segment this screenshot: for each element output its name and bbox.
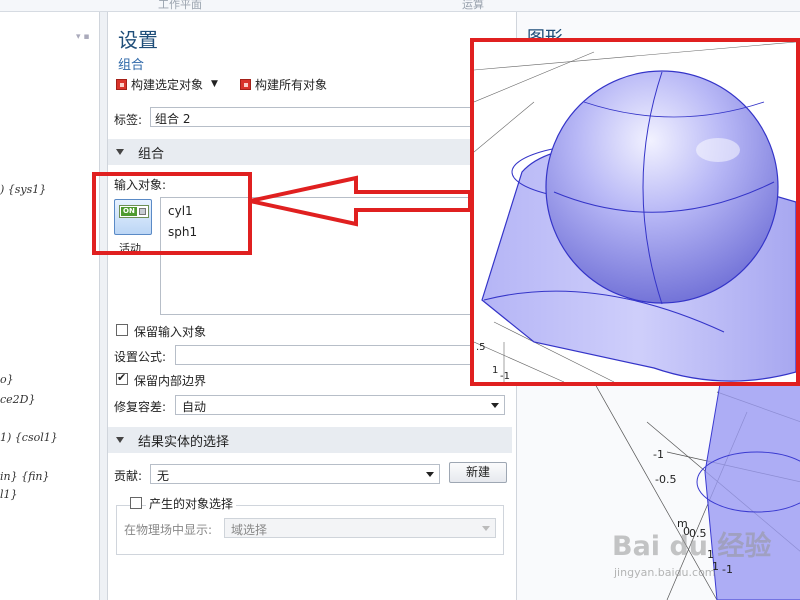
show-in-physics-caption: 在物理场中显示: <box>124 523 213 537</box>
dropdown-arrow-icon <box>426 472 434 477</box>
tree-item[interactable]: ce2D} <box>0 393 36 406</box>
axis-tick-label: -1 <box>722 563 733 576</box>
label-field[interactable]: 组合 2 <box>150 107 512 127</box>
repair-tolerance-select[interactable]: 自动 <box>175 395 505 415</box>
formula-field[interactable] <box>175 345 512 365</box>
keep-input-label: 保留输入对象 <box>134 325 207 339</box>
keep-interior-label: 保留内部边界 <box>134 374 207 388</box>
axis-tick-label: -1 <box>500 371 510 382</box>
resulting-selection-label: 产生的对象选择 <box>146 495 237 512</box>
show-in-physics-value: 域选择 <box>231 523 268 537</box>
settings-title: 设置 <box>118 28 158 52</box>
ribbon-workplane-label[interactable]: 工作平面 <box>158 0 202 11</box>
highlight-box <box>92 172 252 255</box>
tree-item[interactable]: 1) {csol1} <box>0 431 58 444</box>
tree-item[interactable]: l1} <box>0 488 18 501</box>
repair-tolerance-value: 自动 <box>182 400 207 414</box>
collapse-triangle-icon <box>116 437 124 443</box>
dropdown-arrow-icon <box>491 403 499 408</box>
build-selected-button[interactable]: 构建选定对象 <box>131 76 203 93</box>
keep-interior-checkbox[interactable] <box>116 371 128 385</box>
tree-item[interactable]: o} <box>0 373 14 386</box>
section-combine-label: 组合 <box>138 146 165 162</box>
settings-subtitle: 组合 <box>118 58 145 73</box>
label-caption: 标签: <box>114 113 143 127</box>
annotation-arrow-icon <box>249 175 472 227</box>
ribbon-operations-label[interactable]: 运算 <box>462 0 484 11</box>
settings-panel: 设置 组合 构建选定对象 ▼ 构建所有对象 标签: 组合 2 组合 输入对象: … <box>108 12 512 600</box>
axis-tick-label: -1 <box>653 448 664 461</box>
collapse-triangle-icon <box>116 149 124 155</box>
section-result-selection[interactable]: 结果实体的选择 <box>108 427 512 453</box>
build-all-button[interactable]: 构建所有对象 <box>255 76 327 93</box>
section-combine[interactable]: 组合 <box>108 139 512 165</box>
settings-toolbar: 构建选定对象 ▼ 构建所有对象 <box>116 75 327 93</box>
axis-tick-label: .5 <box>476 342 486 353</box>
contribute-caption: 贡献: <box>114 469 143 483</box>
tree-item[interactable]: in} {fin} <box>0 470 50 483</box>
axis-tick-label: -0.5 <box>655 473 677 486</box>
show-in-physics-select[interactable]: 域选择 <box>224 518 496 538</box>
watermark-url: jingyan.baidu.com <box>614 566 716 579</box>
zoom-canvas <box>474 42 796 382</box>
keep-input-checkbox[interactable] <box>116 324 128 336</box>
tree-item[interactable]: ) {sys1} <box>0 183 46 196</box>
watermark-logo: Bai du 经验 <box>612 531 772 562</box>
zoom-inset: .5 1 -1 <box>470 38 800 386</box>
formula-caption: 设置公式: <box>114 350 167 364</box>
model-tree-panel: ▾ ▪ ) {sys1} o} ce2D} 1) {csol1} in} {fin} l1… <box>0 12 100 600</box>
chevron-down-icon[interactable]: ▼ <box>211 79 218 89</box>
dropdown-arrow-icon <box>482 526 490 531</box>
new-button[interactable]: 新建 <box>449 462 507 483</box>
panel-splitter[interactable] <box>100 12 108 600</box>
ribbon-strip: 工作平面 运算 <box>0 0 800 12</box>
resulting-selection-checkbox[interactable] <box>130 497 142 509</box>
repair-tolerance-caption: 修复容差: <box>114 400 167 414</box>
build-selected-icon <box>116 78 127 90</box>
contribute-value: 无 <box>157 469 170 483</box>
build-all-icon <box>239 78 251 90</box>
panel-menu-icon[interactable]: ▾ ▪ <box>76 32 89 42</box>
axis-tick-label: 1 <box>492 365 499 376</box>
contribute-select[interactable]: 无 <box>150 464 440 484</box>
section-result-label: 结果实体的选择 <box>138 434 230 450</box>
